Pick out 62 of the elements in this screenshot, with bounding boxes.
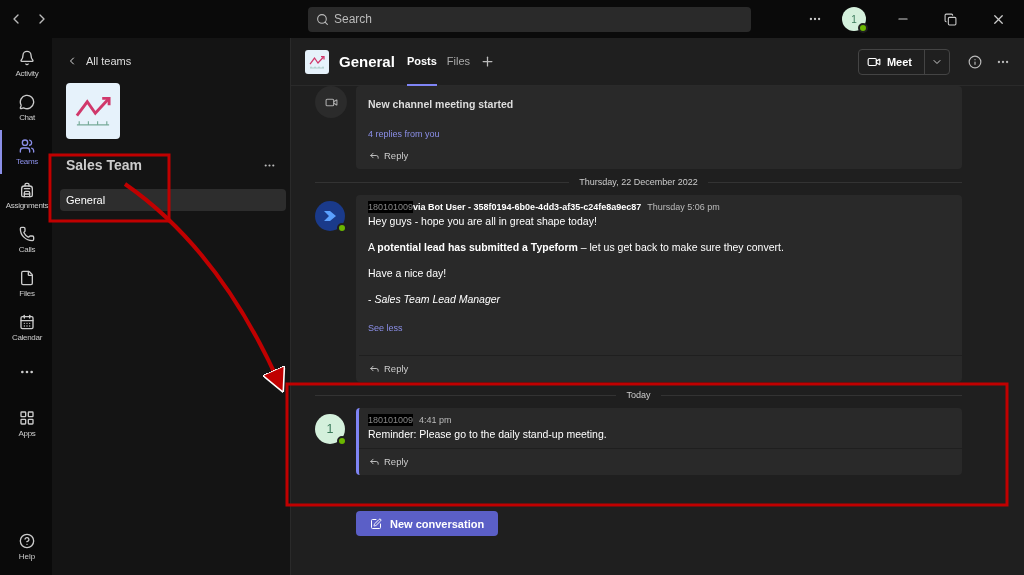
rail-label: Calendar <box>11 333 43 342</box>
channel-item[interactable]: General <box>60 189 286 211</box>
see-less-link[interactable]: See less <box>368 323 403 333</box>
user-avatar: 1 <box>315 414 345 444</box>
rail-label: Assignments <box>5 201 49 210</box>
tab[interactable]: Files <box>446 37 471 86</box>
reply-icon <box>369 150 380 161</box>
message-text: A potential lead has submitted a Typeform – let us get back to make sure they convert. <box>368 241 785 253</box>
date-divider: Thursday, 22 December 2022 <box>579 177 698 187</box>
message-text: Have a nice day! <box>368 267 448 279</box>
phone-icon <box>19 226 35 242</box>
reply-icon <box>369 363 380 374</box>
info-icon[interactable] <box>968 54 982 69</box>
rail-label: Chat <box>19 113 35 122</box>
rail-label: Files <box>19 289 35 298</box>
timestamp: 4:41 pm <box>419 415 452 425</box>
message-text: Hey guys - hope you are all in great shape today! <box>368 215 598 227</box>
reply-icon <box>369 456 380 467</box>
add-tab-icon[interactable] <box>480 54 496 69</box>
bell-icon <box>19 50 35 66</box>
help-icon <box>19 533 35 549</box>
compose-icon <box>370 517 382 530</box>
post-title: New channel meeting started <box>368 97 515 112</box>
calendar-icon <box>19 314 35 330</box>
channel-name: General <box>339 53 395 70</box>
rail-item[interactable]: Activity <box>0 42 52 86</box>
search-field[interactable]: Search <box>308 6 751 32</box>
replies-link[interactable]: 4 replies from you <box>368 129 440 139</box>
message-text: - Sales Team Lead Manager <box>368 293 502 305</box>
grid-icon <box>19 410 35 426</box>
user-avatar[interactable]: 1 <box>842 7 866 31</box>
team-name: Sales Team <box>66 157 142 173</box>
chat-icon <box>19 94 35 110</box>
people-icon <box>19 138 35 154</box>
rail-label: Calls <box>18 245 36 254</box>
reply-button[interactable]: Reply <box>369 363 409 374</box>
redacted-name: 180101009 <box>368 414 414 426</box>
backpack-icon <box>19 182 35 198</box>
rail-item[interactable]: Apps <box>0 402 52 446</box>
search-icon <box>316 12 329 26</box>
file-icon <box>19 270 35 286</box>
message-text: Reminder: Please go to the daily stand-up meeting. <box>368 428 608 440</box>
rail-label: Teams <box>15 157 39 166</box>
rail-item[interactable]: Calendar <box>0 306 52 350</box>
new-conversation-button[interactable]: New conversation <box>356 511 499 536</box>
rail-item[interactable]: Help <box>0 525 52 569</box>
rail-item[interactable]: Calls <box>0 218 52 262</box>
date-divider: Today <box>626 390 651 400</box>
reply-button[interactable]: Reply <box>369 456 409 467</box>
rail-item[interactable]: Chat <box>0 86 52 130</box>
author-name: via Bot User - 358f0194-6b0e-4dd3-af35-c24fe8a9ec87 <box>413 202 642 212</box>
timestamp: Thursday 5:06 pm <box>647 202 720 212</box>
chevron-logo-icon <box>322 209 338 223</box>
redacted-name: 180101009 <box>368 201 414 213</box>
all-teams-link[interactable]: All teams <box>60 52 286 70</box>
reply-button[interactable]: Reply <box>369 150 409 161</box>
rail-label: Help <box>18 552 36 561</box>
rail-label: Apps <box>18 429 36 438</box>
rail-item[interactable]: Assignments <box>0 174 52 218</box>
rail-label: Activity <box>15 69 39 78</box>
rail-item[interactable]: Files <box>0 262 52 306</box>
restore-icon[interactable] <box>944 12 957 26</box>
